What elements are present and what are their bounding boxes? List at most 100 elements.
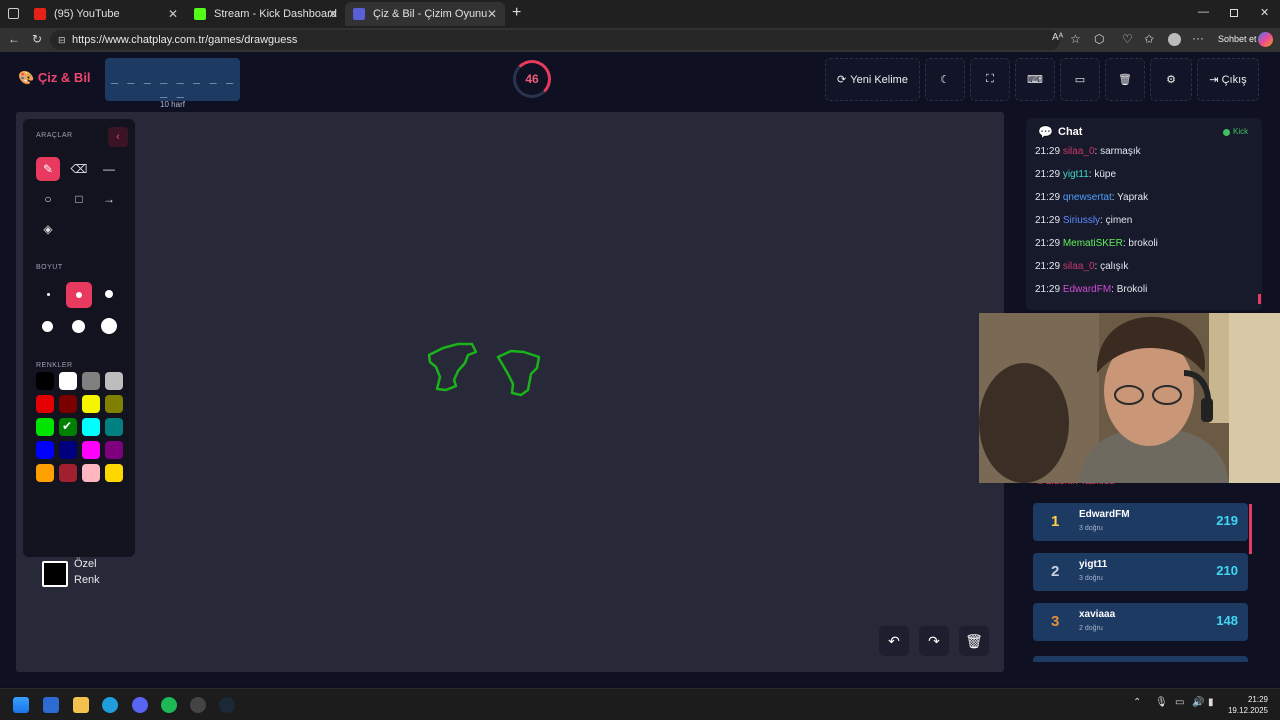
color-swatch[interactable]	[82, 441, 100, 459]
delete-button[interactable]: 🗑	[1105, 58, 1145, 101]
tray-chevron-icon[interactable]: ⌃	[1133, 697, 1141, 708]
leaderboard-scrollbar[interactable]	[1249, 504, 1252, 554]
redo-button[interactable]: ↷	[919, 626, 949, 656]
brush-tool[interactable]: ✎	[36, 157, 60, 181]
color-swatch[interactable]	[59, 441, 77, 459]
obs-icon[interactable]	[190, 697, 206, 713]
check-icon: ✔	[62, 419, 73, 433]
exit-button[interactable]: ⇥ Çıkış	[1197, 58, 1259, 101]
drawing-canvas[interactable]	[16, 112, 1004, 672]
favorites-icon[interactable]: ✩	[1144, 32, 1154, 46]
favorite-star-icon[interactable]: ☆	[1070, 32, 1081, 46]
read-aloud-icon[interactable]: Aᴬ	[1052, 32, 1063, 43]
custom-color-label-2: Renk	[74, 574, 100, 586]
message-user[interactable]: yigt11	[1063, 169, 1089, 180]
color-swatch[interactable]	[59, 372, 77, 390]
message-user[interactable]: qnewsertat	[1063, 192, 1112, 203]
keyboard-button[interactable]: ⌨	[1015, 58, 1055, 101]
arrow-tool[interactable]: →	[97, 187, 121, 211]
edge-icon[interactable]	[102, 697, 118, 713]
size-1[interactable]	[36, 282, 60, 306]
clear-canvas-button[interactable]: 🗑	[959, 626, 989, 656]
color-swatch[interactable]	[82, 395, 100, 413]
tab-youtube[interactable]: (95) YouTube ✕	[26, 2, 186, 26]
steam-icon[interactable]	[219, 697, 235, 713]
color-swatch[interactable]: ✔	[59, 418, 77, 436]
close-icon[interactable]: ✕	[168, 7, 178, 21]
network-icon[interactable]: ▭	[1175, 697, 1184, 708]
tab-kick-dashboard[interactable]: Stream - Kick Dashboard ✕	[186, 2, 346, 26]
color-swatch[interactable]	[36, 441, 54, 459]
player-score: 148	[1216, 613, 1238, 628]
size-5[interactable]	[67, 314, 91, 338]
tab-title: (95) YouTube	[54, 8, 120, 20]
color-swatch[interactable]	[82, 418, 100, 436]
microphone-icon[interactable]: 🎙	[1155, 697, 1168, 708]
store-icon[interactable]	[43, 697, 59, 713]
rectangle-tool[interactable]: □	[67, 187, 91, 211]
spotify-icon[interactable]	[161, 697, 177, 713]
size-4[interactable]	[36, 314, 60, 338]
color-swatch[interactable]	[82, 372, 100, 390]
color-swatch[interactable]	[36, 372, 54, 390]
size-2[interactable]	[66, 282, 92, 308]
line-tool[interactable]: —	[97, 157, 121, 181]
color-swatch[interactable]	[105, 372, 123, 390]
copilot-icon[interactable]	[1258, 32, 1273, 47]
browser-essentials-icon[interactable]: ♡	[1122, 32, 1133, 46]
color-swatch[interactable]	[105, 464, 123, 482]
close-window-button[interactable]: ✕	[1260, 6, 1269, 19]
size-6[interactable]	[97, 314, 121, 338]
color-swatch[interactable]	[36, 395, 54, 413]
dark-mode-button[interactable]: ☾	[925, 58, 965, 101]
tab-actions-icon[interactable]	[8, 8, 19, 19]
more-icon[interactable]: ···	[1192, 31, 1204, 45]
discord-icon[interactable]	[132, 697, 148, 713]
profile-avatar[interactable]	[1168, 33, 1181, 46]
message-user[interactable]: MematiSKER	[1063, 238, 1123, 249]
color-swatch[interactable]	[105, 395, 123, 413]
chat-title: Chat	[1058, 126, 1083, 138]
fullscreen-button[interactable]: ⛶	[970, 58, 1010, 101]
color-swatch[interactable]	[36, 418, 54, 436]
close-icon[interactable]: ✕	[487, 7, 497, 21]
close-icon[interactable]: ✕	[328, 7, 338, 21]
message-user[interactable]: EdwardFM	[1063, 284, 1111, 295]
tab-ciz-bil[interactable]: Çiz & Bil - Çizim Oyunu ✕	[345, 2, 505, 26]
color-swatch[interactable]	[105, 418, 123, 436]
message-user[interactable]: silaa_0	[1063, 261, 1095, 272]
new-tab-button[interactable]: +	[512, 4, 521, 22]
size-3[interactable]	[97, 282, 121, 306]
system-clock[interactable]: 21:29 19.12.2025	[1228, 694, 1268, 716]
fill-tool[interactable]: ◈	[36, 217, 60, 241]
volume-icon[interactable]: 🔊	[1192, 697, 1204, 708]
color-swatch[interactable]	[59, 395, 77, 413]
color-swatch[interactable]	[105, 441, 123, 459]
eraser-tool[interactable]: ⌫	[67, 157, 91, 181]
windows-start-icon[interactable]	[13, 697, 29, 713]
color-swatch[interactable]	[82, 464, 100, 482]
minimize-button[interactable]: —	[1198, 6, 1209, 18]
collapse-panel-button[interactable]: ‹	[108, 127, 128, 147]
color-swatch[interactable]	[36, 464, 54, 482]
archive-button[interactable]: ▭	[1060, 58, 1100, 101]
url-field[interactable]: ⊟ https://www.chatplay.com.tr/games/draw…	[50, 30, 1060, 50]
battery-icon[interactable]: ▮	[1208, 697, 1214, 708]
chat-button[interactable]: Sohbet et	[1218, 34, 1257, 44]
file-explorer-icon[interactable]	[73, 697, 89, 713]
color-swatch[interactable]	[59, 464, 77, 482]
new-word-button[interactable]: ⟳ Yeni Kelime	[825, 58, 920, 101]
custom-color-button[interactable]	[42, 561, 68, 587]
extensions-icon[interactable]: ⬡	[1094, 32, 1104, 46]
settings-button[interactable]: ⚙	[1150, 58, 1192, 101]
undo-button[interactable]: ↶	[879, 626, 909, 656]
message-user[interactable]: Siriussly	[1063, 215, 1100, 226]
refresh-icon[interactable]: ↻	[32, 32, 42, 46]
maximize-button[interactable]	[1230, 9, 1238, 17]
circle-tool[interactable]: ○	[36, 187, 60, 211]
chat-scrollbar[interactable]	[1258, 294, 1261, 304]
site-info-icon[interactable]: ⊟	[58, 30, 66, 50]
message-user[interactable]: silaa_0	[1063, 146, 1095, 157]
message-text: çimen	[1105, 215, 1133, 226]
back-icon[interactable]: ←	[8, 32, 20, 46]
